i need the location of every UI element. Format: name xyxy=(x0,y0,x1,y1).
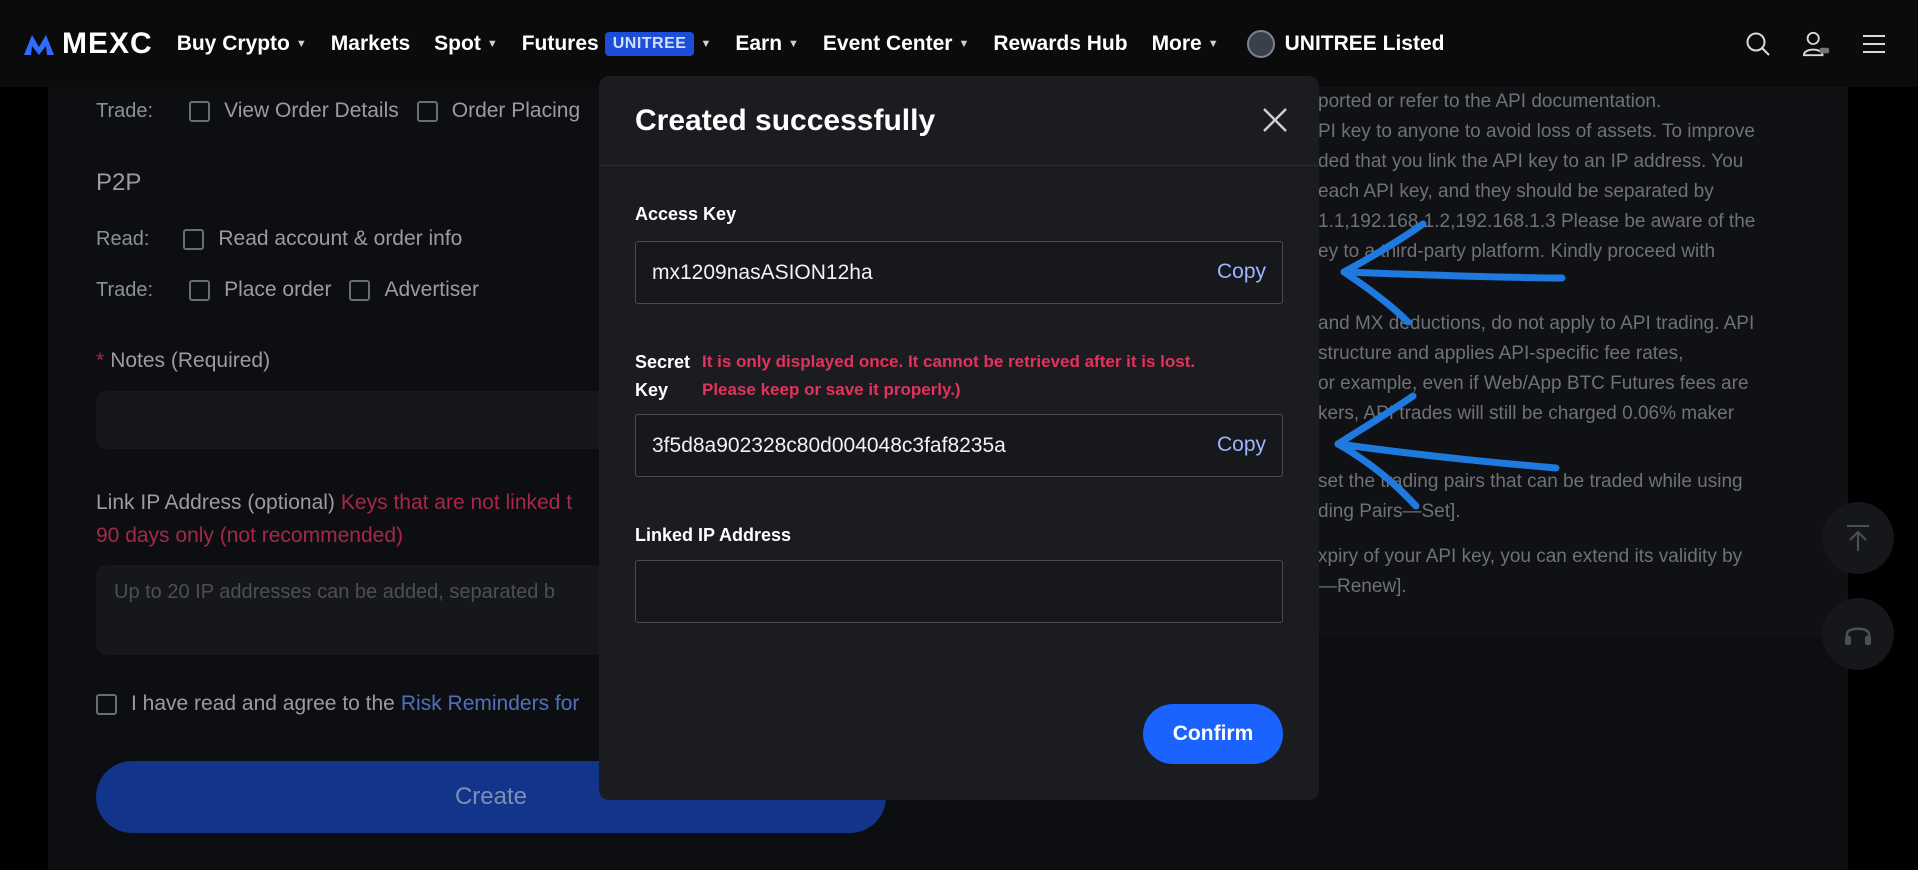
annotation-arrow-2 xyxy=(1334,392,1560,510)
link-ip-label: Link IP Address (optional) xyxy=(96,491,335,514)
nav-earn-label: Earn xyxy=(735,31,783,55)
mexc-logo-icon xyxy=(24,34,54,55)
nav-spot-label: Spot xyxy=(434,31,481,55)
futures-badge: UNITREE xyxy=(604,31,695,56)
created-successfully-dialog: Created successfully Access Key mx1209na… xyxy=(599,76,1319,800)
view-order-details-label: View Order Details xyxy=(224,99,399,122)
linked-ip-label: Linked IP Address xyxy=(635,525,792,545)
nav-event-center[interactable]: Event Center ▼ xyxy=(823,32,969,56)
headset-icon xyxy=(1845,627,1871,645)
nav-more[interactable]: More ▼ xyxy=(1152,32,1219,56)
checkbox[interactable] xyxy=(189,279,211,301)
secret-key-warning-2: Please keep or save it properly.) xyxy=(702,380,961,399)
chevron-down-icon: ▼ xyxy=(486,37,498,50)
secret-key-label-1: Secret xyxy=(635,352,691,372)
read-label: Read: xyxy=(96,227,150,250)
checkbox[interactable] xyxy=(349,279,371,301)
notes-line: xpiry of your API key, you can extend it… xyxy=(1318,546,1743,567)
p2p-section-title: P2P xyxy=(96,169,142,196)
user-icon[interactable] xyxy=(1802,30,1830,58)
notes-label: Notes (Required) xyxy=(110,349,271,372)
p2p-read-row: Read: Read account & order info xyxy=(96,227,462,251)
notes-line: ded that you link the API key to an IP a… xyxy=(1318,151,1744,172)
secret-key-field[interactable]: 3f5d8a902328c80d004048c3faf8235a Copy xyxy=(635,414,1283,477)
dialog-header: Created successfully xyxy=(599,76,1319,166)
notes-line: ported or refer to the API documentation… xyxy=(1318,91,1662,112)
secret-key-warning-1: It is only displayed once. It cannot be … xyxy=(702,352,1196,371)
trade-permissions-row: Trade: View Order Details Order Placing xyxy=(96,99,580,123)
confirm-button[interactable]: Confirm xyxy=(1143,704,1283,764)
risk-reminders-link[interactable]: Risk Reminders for xyxy=(401,692,580,716)
nav-markets[interactable]: Markets xyxy=(331,32,410,56)
advertiser-label: Advertiser xyxy=(384,278,479,301)
notes-label-row: * Notes (Required) xyxy=(96,349,270,373)
nav-spot[interactable]: Spot ▼ xyxy=(434,32,498,56)
close-icon[interactable] xyxy=(1261,106,1289,134)
menu-icon[interactable] xyxy=(1860,30,1888,58)
nav-more-label: More xyxy=(1151,31,1202,55)
chevron-down-icon: ▼ xyxy=(700,37,712,50)
arrow-up-icon xyxy=(1847,525,1869,551)
notes-line: PI key to anyone to avoid loss of assets… xyxy=(1318,121,1755,142)
read-account-label: Read account & order info xyxy=(218,227,463,250)
checkbox[interactable] xyxy=(183,228,205,250)
link-ip-warning: Keys that are not linked t xyxy=(340,491,573,514)
chevron-down-icon: ▼ xyxy=(295,37,307,50)
annotation-arrow-1 xyxy=(1340,220,1566,326)
nav-buy-crypto-label: Buy Crypto xyxy=(176,31,290,55)
search-icon[interactable] xyxy=(1744,30,1772,58)
notes-line: each API key, and they should be separat… xyxy=(1318,181,1714,202)
unitree-coin-icon xyxy=(1246,29,1275,58)
dialog-title: Created successfully xyxy=(635,103,936,137)
checkbox[interactable] xyxy=(416,100,438,122)
chevron-down-icon: ▼ xyxy=(788,37,799,50)
ip-address-placeholder: Up to 20 IP addresses can be added, sepa… xyxy=(114,581,556,603)
nav-markets-label: Markets xyxy=(330,31,411,55)
access-key-value: mx1209nasASION12ha xyxy=(652,260,873,284)
chevron-down-icon: ▼ xyxy=(958,37,970,50)
linked-ip-field[interactable] xyxy=(635,560,1283,623)
access-key-label: Access Key xyxy=(635,204,737,224)
nav-rewards-hub-label: Rewards Hub xyxy=(993,31,1128,55)
copy-secret-key-button[interactable]: Copy xyxy=(1217,433,1266,457)
chevron-down-icon: ▼ xyxy=(1207,37,1219,50)
required-star: * xyxy=(96,349,105,372)
agree-text: I have read and agree to the xyxy=(131,692,395,715)
logo-text: MEXC xyxy=(62,26,153,60)
link-ip-warning-2: 90 days only (not recommended) xyxy=(96,524,403,547)
nav-earn[interactable]: Earn ▼ xyxy=(735,32,799,56)
back-to-top-button[interactable] xyxy=(1822,502,1894,574)
unitree-listed-label: UNITREE Listed xyxy=(1284,31,1445,55)
access-key-field[interactable]: mx1209nasASION12ha Copy xyxy=(635,241,1283,304)
unitree-listed-link[interactable]: UNITREE Listed xyxy=(1246,29,1445,58)
top-nav: MEXC Buy Crypto ▼ Markets Spot ▼ Futures UN… xyxy=(0,0,1918,87)
link-ip-label-row: Link IP Address (optional) Keys that are… xyxy=(96,491,572,515)
nav-right-actions xyxy=(1744,0,1918,87)
nav-futures-label: Futures xyxy=(521,31,599,55)
notes-line: —Renew]. xyxy=(1318,576,1407,597)
agree-checkbox[interactable] xyxy=(96,693,117,715)
support-button[interactable] xyxy=(1822,598,1894,670)
secret-key-label-2: Key xyxy=(635,380,669,400)
p2p-trade-row: Trade: Place order Advertiser xyxy=(96,278,479,302)
annotation-arrows xyxy=(1334,220,1566,510)
mexc-logo[interactable]: MEXC xyxy=(22,27,153,61)
nav-event-center-label: Event Center xyxy=(822,31,953,55)
trade-label-2: Trade: xyxy=(96,278,154,301)
copy-access-key-button[interactable]: Copy xyxy=(1217,260,1266,284)
nav-buy-crypto[interactable]: Buy Crypto ▼ xyxy=(177,32,307,56)
nav-rewards-hub[interactable]: Rewards Hub xyxy=(993,32,1127,56)
place-order-label: Place order xyxy=(224,278,332,301)
order-placing-label: Order Placing xyxy=(451,99,581,122)
nav-futures[interactable]: Futures UNITREE ▼ xyxy=(521,31,712,56)
agree-row: I have read and agree to the Risk Remind… xyxy=(96,692,579,716)
checkbox[interactable] xyxy=(189,100,211,122)
secret-key-value: 3f5d8a902328c80d004048c3faf8235a xyxy=(652,433,1006,457)
trade-label: Trade: xyxy=(96,99,154,122)
